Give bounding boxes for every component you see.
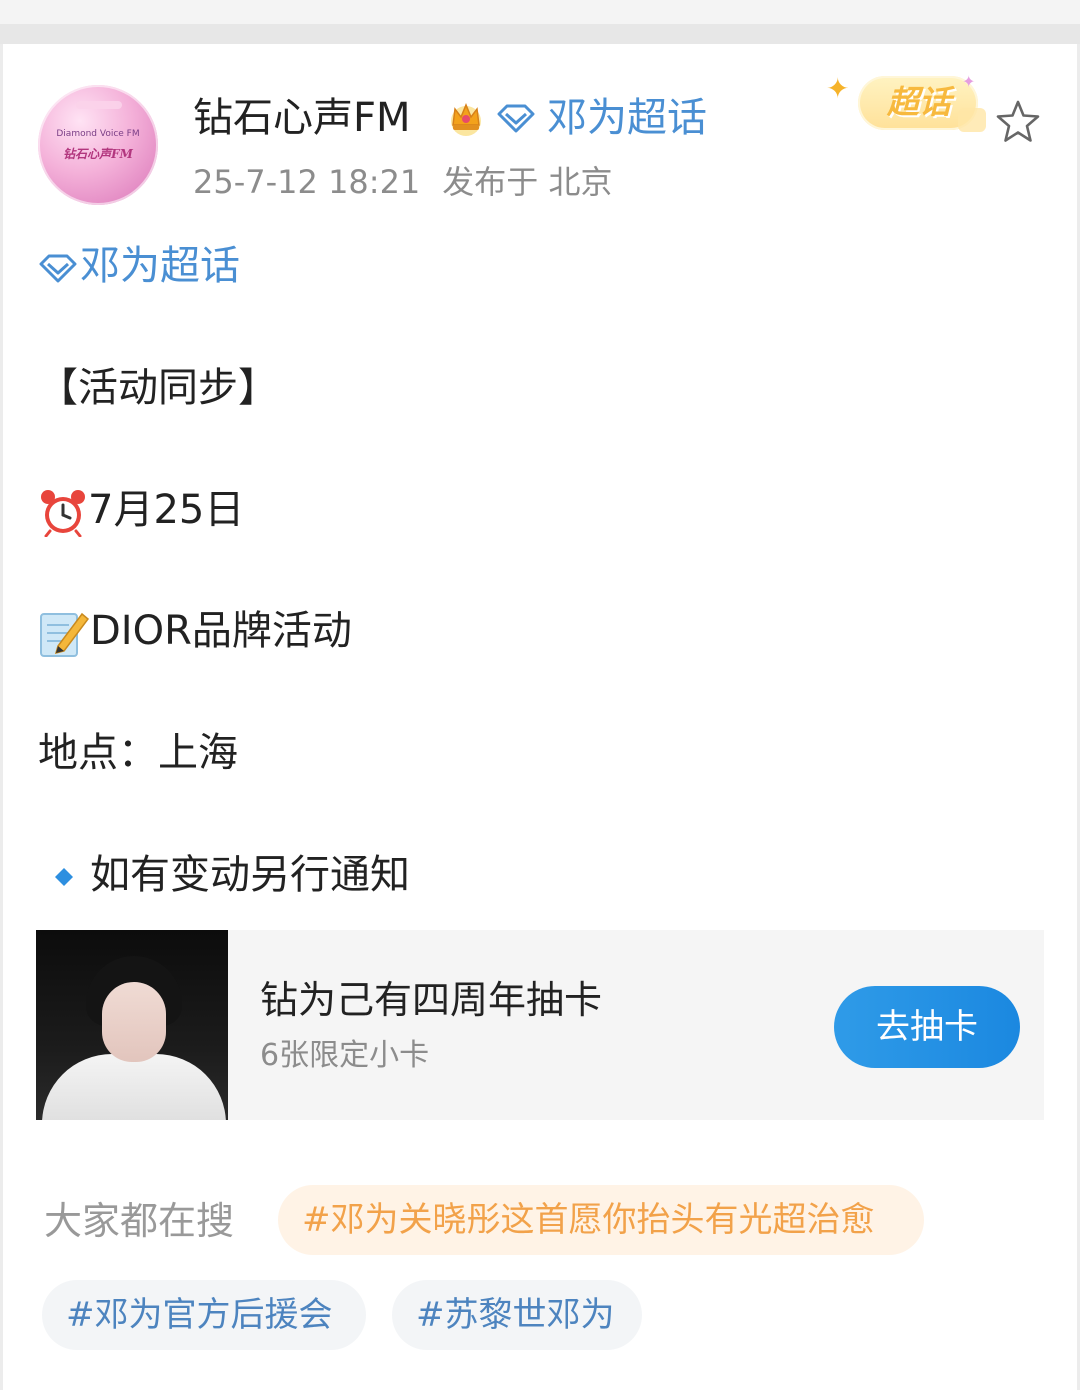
content-notice: 如有变动另行通知 xyxy=(38,849,410,901)
top-strip xyxy=(0,0,1080,24)
content-topic[interactable]: 邓为超话 xyxy=(38,240,240,292)
post-location: 发布于 北京 xyxy=(442,163,613,201)
avatar-logo: 钻石心声FM xyxy=(63,147,133,161)
card-photo xyxy=(36,930,228,1120)
draw-card-button[interactable]: 去抽卡 xyxy=(834,986,1020,1068)
lottery-card[interactable]: 钻为己有四周年抽卡 6张限定小卡 去抽卡 xyxy=(36,930,1044,1120)
photo-body xyxy=(42,1054,226,1120)
post-meta: 25-7-12 18:21 发布于 北京 xyxy=(193,160,612,204)
card-title: 钻为己有四周年抽卡 xyxy=(260,978,603,1022)
photo-face xyxy=(102,982,166,1062)
hot-search-tag[interactable]: #苏黎世邓为 xyxy=(392,1280,642,1350)
content-date: 7月25日 xyxy=(38,484,244,537)
badge-label: 超话 xyxy=(886,83,951,121)
chaohua-badge[interactable]: ✦ ✦ 超话 xyxy=(826,72,986,152)
avatar-caption: Diamond Voice FM xyxy=(56,129,140,139)
topic-link[interactable]: 邓为超话 xyxy=(547,92,707,144)
avatar-decoration xyxy=(76,101,122,109)
content-event: DIOR品牌活动 xyxy=(38,605,352,658)
content-notice-text: 如有变动另行通知 xyxy=(90,852,410,898)
avatar[interactable]: Diamond Voice FM 钻石心声FM xyxy=(38,85,158,205)
hot-search-tag[interactable]: #邓为官方后援会 xyxy=(42,1280,366,1350)
content-topic-text: 邓为超话 xyxy=(80,243,240,289)
content-place: 地点：上海 xyxy=(38,730,238,776)
card-subtitle: 6张限定小卡 xyxy=(260,1038,430,1073)
content-date-text: 7月25日 xyxy=(88,487,245,533)
diamond-icon xyxy=(39,254,77,283)
username[interactable]: 钻石心声FM xyxy=(193,92,411,144)
content-heading: 【活动同步】 xyxy=(38,365,278,411)
hot-search-tag[interactable]: #邓为关晓彤这首愿你抬头有光超治愈 xyxy=(278,1185,924,1255)
hot-search-label: 大家都在搜 xyxy=(44,1199,235,1243)
diamond-icon xyxy=(497,104,535,133)
left-border xyxy=(0,44,3,1390)
separator-bar xyxy=(0,24,1080,44)
blue-diamond-icon xyxy=(55,868,73,886)
crown-icon xyxy=(451,103,481,136)
star-icon[interactable] xyxy=(992,96,1044,148)
post-time: 25-7-12 18:21 xyxy=(193,163,421,201)
content-event-text: DIOR品牌活动 xyxy=(90,608,352,654)
alarm-clock-icon xyxy=(41,490,85,537)
memo-icon xyxy=(40,612,90,657)
sparkle-icon: ✦ xyxy=(826,72,850,105)
